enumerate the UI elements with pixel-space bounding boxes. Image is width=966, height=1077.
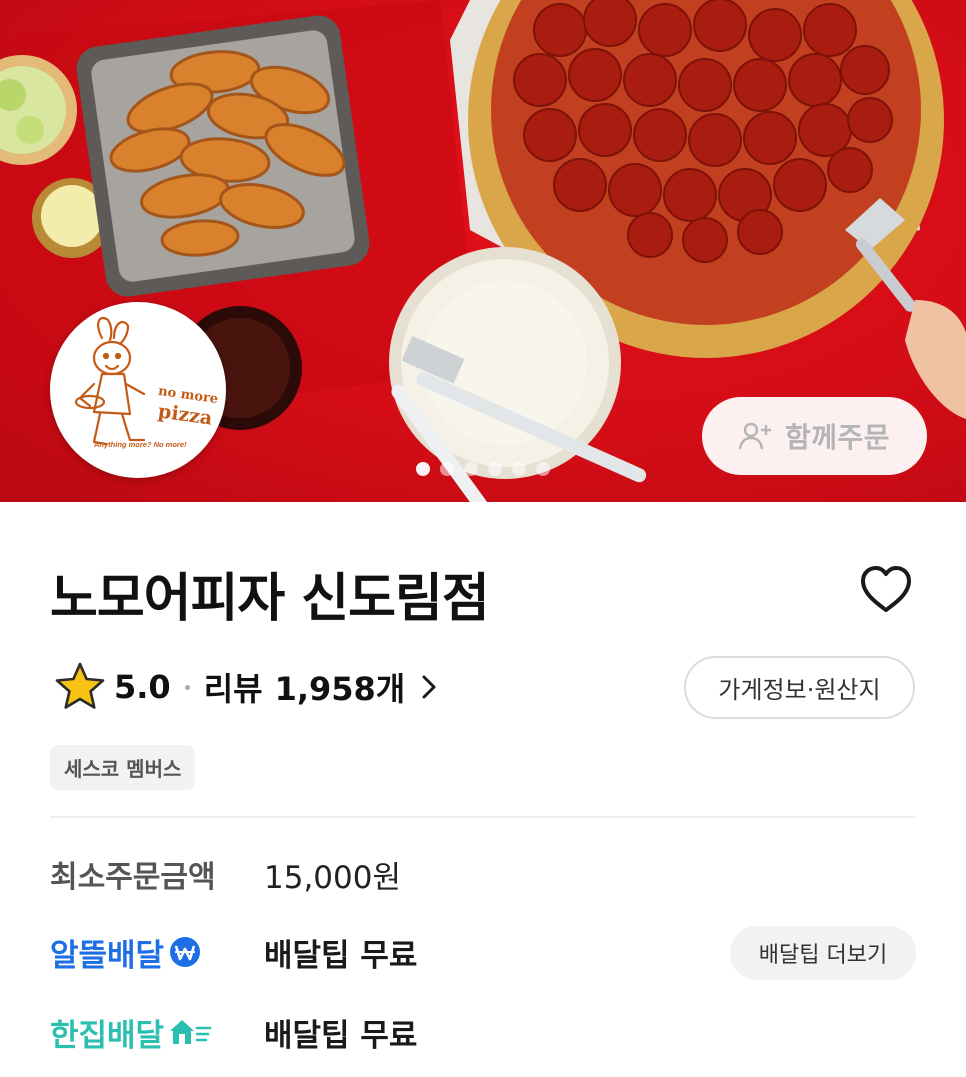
carousel-dot[interactable] [488,462,502,476]
favorite-button[interactable] [858,564,914,616]
won-coin-icon [170,937,201,967]
rating-value: 5.0 [114,668,171,706]
store-name: 노모어피자 신도림점 [50,569,490,629]
delivery-type-label: 알뜰배달 [50,930,264,975]
carousel-dot[interactable] [440,462,454,476]
min-order-label: 최소주문금액 [50,860,216,895]
delivery-option-saver[interactable]: 알뜰배달 배달팁 무료 [50,930,417,974]
rating-row: 5.0 리뷰 1,958개 [54,662,437,712]
carousel-dot[interactable] [512,462,526,476]
star-icon [55,662,105,709]
home-delivery-icon [170,1020,212,1044]
cesco-badge: 세스코 멤버스 [50,745,196,790]
divider [50,816,916,818]
carousel-dot[interactable] [464,462,478,476]
carousel-dot[interactable] [416,462,430,476]
add-person-icon [738,421,773,451]
chevron-right-icon [422,675,436,699]
delivery-tip-more-button[interactable]: 배달팁 더보기 [730,926,916,980]
delivery-fee: 배달팁 무료 [264,1017,418,1054]
store-logo: no more pizza Anything more? No more! [50,302,226,478]
separator-dot [184,684,190,690]
heart-icon [861,566,911,612]
min-order-value: 15,000원 [264,859,401,896]
carousel-indicator [416,462,550,476]
delivery-option-single[interactable]: 한집배달 배달팁 무료 [50,1010,417,1054]
logo-tagline: Anything more? No more! [94,440,187,449]
review-label: 리뷰 [203,670,263,708]
delivery-type-name: 알뜰배달 [50,937,165,974]
reviews-link[interactable]: 리뷰 1,958개 [204,664,438,710]
carousel-dot[interactable] [536,462,550,476]
store-info-button[interactable]: 가게정보·원산지 [684,656,915,719]
delivery-type-name: 한집배달 [50,1017,165,1054]
hero-banner[interactable]: no more pizza Anything more? No more! 함께… [0,0,966,502]
min-order-row: 최소주문금액 15,000원 [50,852,401,896]
delivery-type-label: 한집배달 [50,1010,264,1055]
group-order-button[interactable]: 함께주문 [702,397,927,475]
review-count: 1,958개 [274,670,406,708]
group-order-label: 함께주문 [784,421,891,454]
delivery-fee: 배달팁 무료 [264,937,418,974]
